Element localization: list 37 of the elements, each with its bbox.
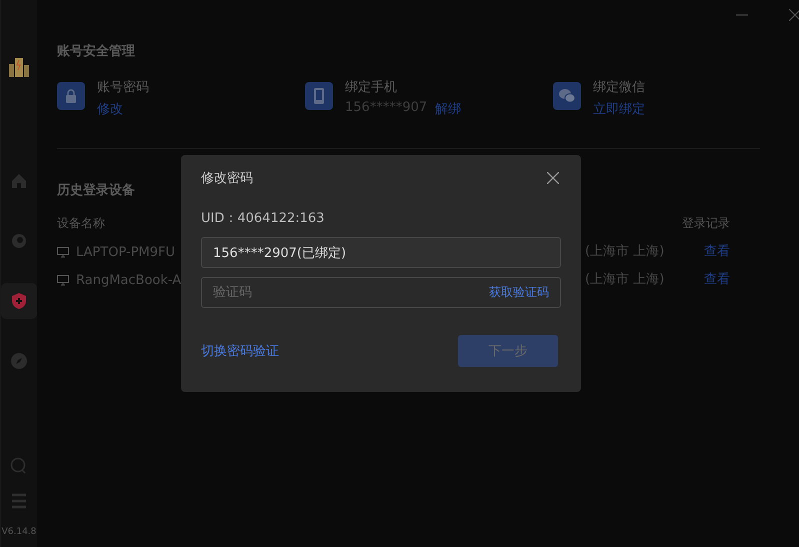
device-name: LAPTOP-PM9FU bbox=[76, 244, 176, 260]
compass-icon bbox=[10, 352, 28, 370]
action-link[interactable]: 立即绑定 bbox=[593, 100, 645, 118]
setting-label: 账号密码 bbox=[97, 79, 149, 96]
close-icon[interactable] bbox=[789, 9, 799, 21]
nav-item[interactable] bbox=[1, 283, 37, 319]
monitor-icon bbox=[57, 246, 69, 258]
shield-icon bbox=[10, 292, 28, 310]
view-link[interactable]: 查看 bbox=[704, 242, 760, 260]
logo-icon bbox=[7, 55, 31, 77]
switch-link[interactable]: 切换密码验证 bbox=[201, 342, 279, 360]
get-code-link[interactable]: 获取验证码 bbox=[489, 284, 549, 301]
monitor-icon bbox=[57, 274, 69, 286]
home-icon bbox=[10, 172, 28, 190]
location-text: (上海市 上海) bbox=[585, 271, 666, 288]
column-header: 登录记录 bbox=[682, 215, 731, 232]
version-text: V6.14.8 bbox=[2, 527, 36, 537]
view-link[interactable]: 查看 bbox=[704, 270, 760, 288]
menu-icon[interactable] bbox=[12, 493, 26, 509]
action-link[interactable]: 解绑 bbox=[435, 100, 462, 118]
lock-icon bbox=[57, 82, 85, 110]
uid-text: UID：4064122:163 bbox=[201, 210, 326, 227]
code-field[interactable]: 验证码 获取验证码 bbox=[201, 277, 561, 308]
dialog-title: 修改密码 bbox=[201, 170, 253, 187]
device-name: RangMacBook-A bbox=[76, 272, 182, 288]
location-text: (上海市 上海) bbox=[585, 243, 666, 260]
column-header: 设备名称 bbox=[57, 215, 105, 232]
section-title: 账号安全管理 bbox=[57, 42, 136, 60]
setting-label: 绑定手机 bbox=[345, 79, 398, 96]
circle-icon bbox=[10, 232, 28, 250]
section-title: 历史登录设备 bbox=[57, 182, 136, 199]
phone-field[interactable]: 156****2907(已绑定) bbox=[201, 237, 561, 268]
chat-bubbles-icon bbox=[553, 82, 581, 110]
setting-label: 绑定微信 bbox=[593, 79, 645, 96]
phone-icon bbox=[305, 82, 333, 110]
close-icon[interactable] bbox=[547, 172, 559, 184]
action-link[interactable]: 修改 bbox=[97, 100, 123, 118]
